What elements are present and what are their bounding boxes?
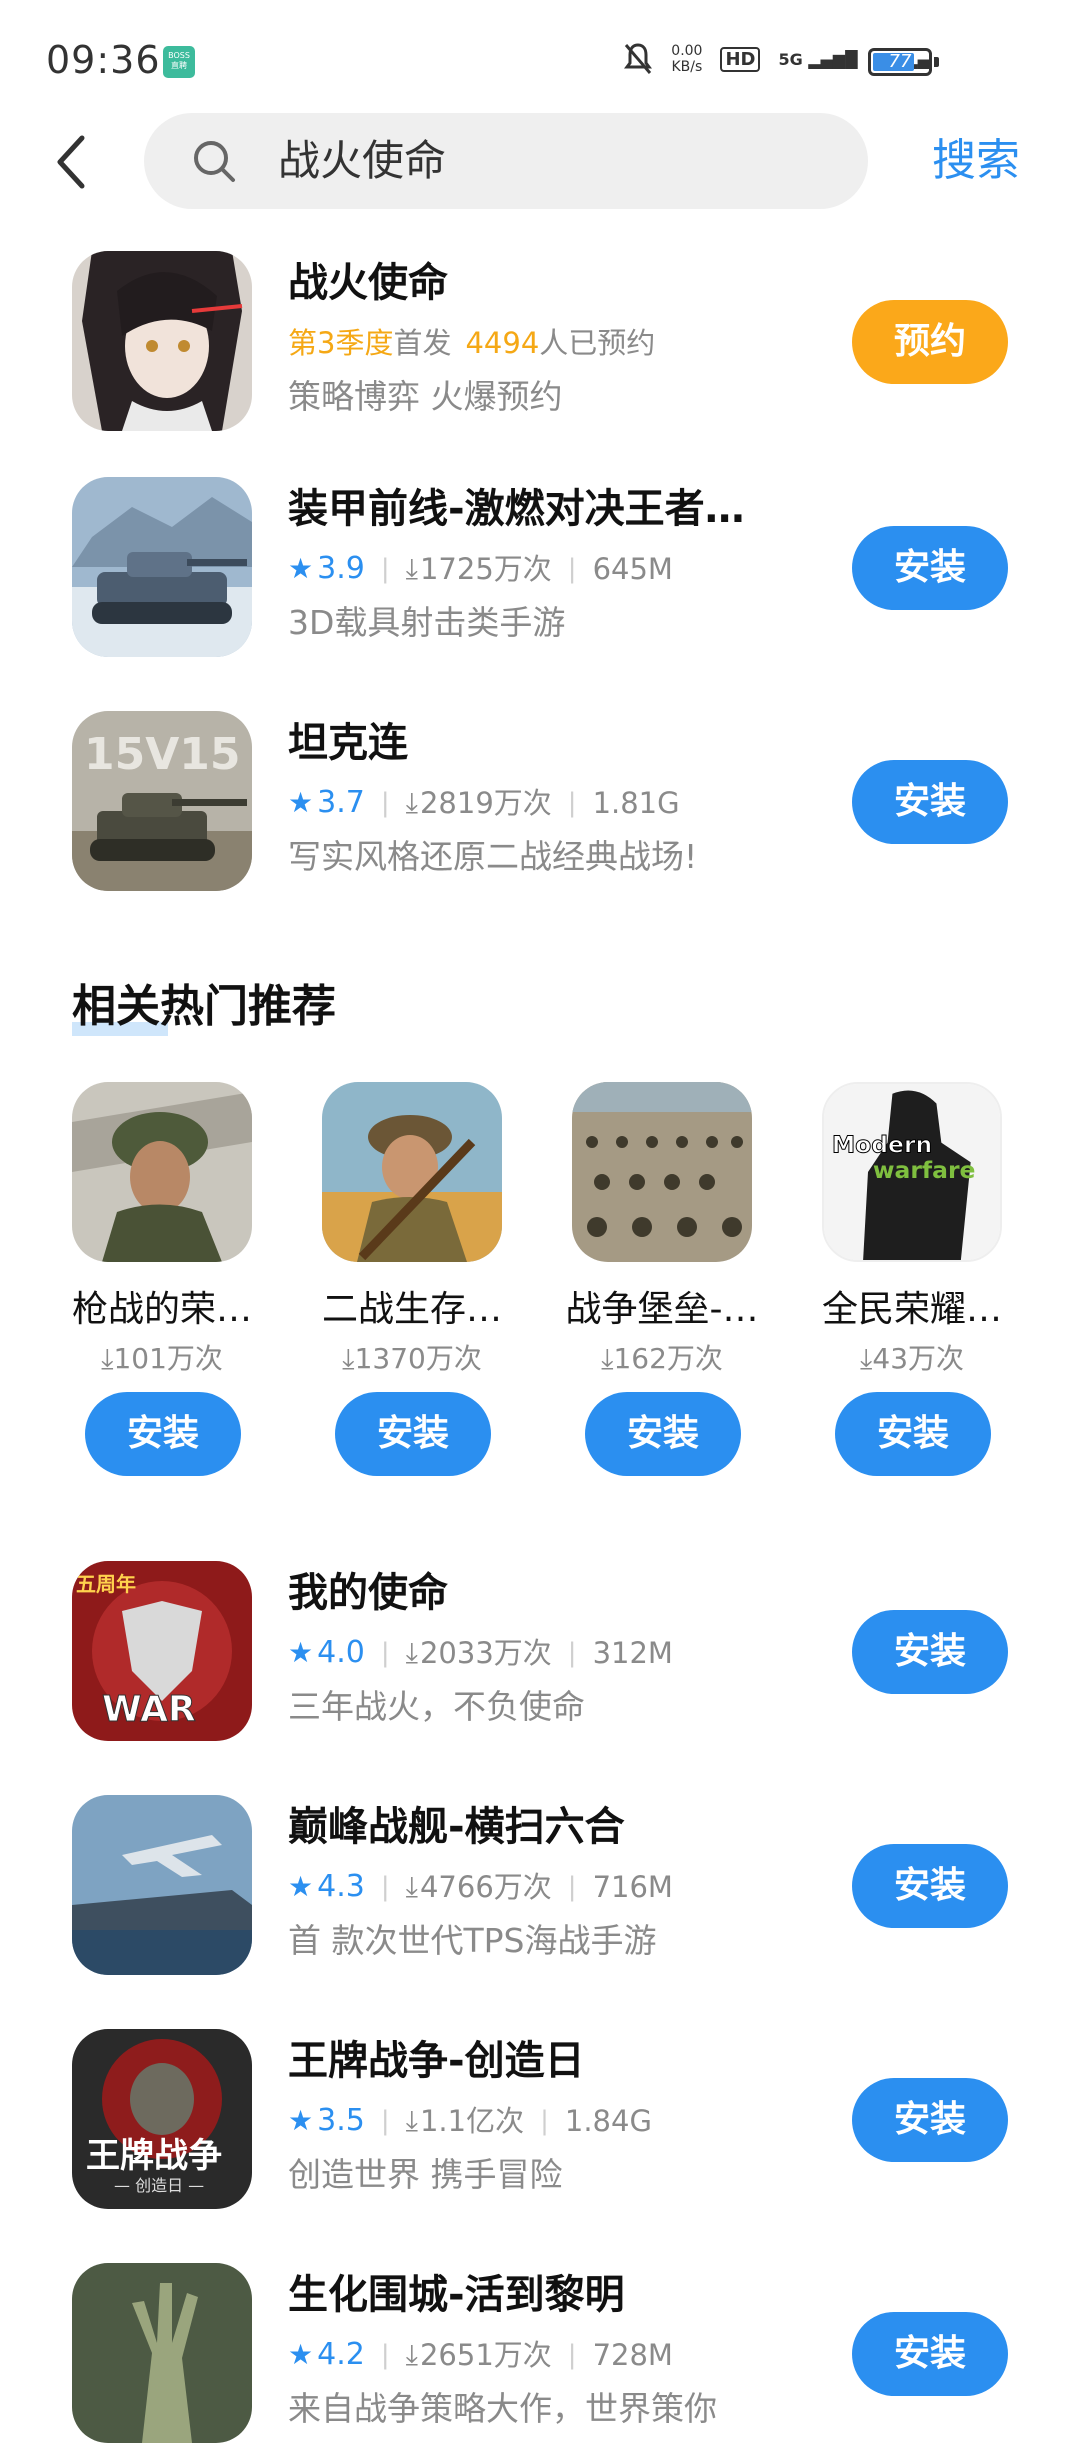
app-desc: 写实风格还原二战经典战场! xyxy=(288,837,698,876)
app-icon-erzhan xyxy=(322,1082,502,1262)
app-desc: 策略博弈 火爆预约 xyxy=(288,377,563,416)
app-title: 王牌战争-创造日 xyxy=(288,2038,585,2084)
list-item[interactable]: 巅峰战舰-横扫六合 ★ 4.3 | ⤓ 4766万次 | 716M 首 款次世代… xyxy=(0,1795,1080,1975)
download-icon: ⤓ xyxy=(405,786,418,819)
app-icon-qiangzhan xyxy=(72,1082,252,1262)
list-item[interactable]: 王牌战争 — 创造日 — 王牌战争-创造日 ★ 3.5 | ⤓ 1.1亿次 | … xyxy=(0,2029,1080,2209)
app-meta: ★ 4.0 | ⤓ 2033万次 | 312M xyxy=(288,1633,673,1673)
app-title: 巅峰战舰-横扫六合 xyxy=(288,1804,625,1850)
app-title: 战火使命 xyxy=(288,260,448,306)
app-desc: 首 款次世代TPS海战手游 xyxy=(288,1921,657,1960)
recommend-downloads: ⤓101万次 xyxy=(101,1342,223,1375)
app-icon-tankelian: 15V15 xyxy=(72,711,252,891)
app-icon-wangpai-zhanzheng: 王牌战争 — 创造日 — xyxy=(72,2029,252,2209)
app-icon-dianfeng-zhanjian xyxy=(72,1795,252,1975)
svg-text:五周年: 五周年 xyxy=(76,1572,136,1596)
mute-bell-icon xyxy=(624,43,653,74)
download-icon: ⤓ xyxy=(405,1870,418,1903)
app-title: 我的使命 xyxy=(288,1570,448,1616)
download-icon: ⤓ xyxy=(601,1342,614,1375)
star-icon: ★ xyxy=(288,1870,314,1903)
install-button[interactable]: 安装 xyxy=(852,526,1008,610)
app-icon-modern-warfare: Modern warfare xyxy=(822,1082,1002,1262)
app-meta: ★ 4.3 | ⤓ 4766万次 | 716M xyxy=(288,1867,673,1907)
recommend-name: 全民荣耀… xyxy=(821,1289,1002,1330)
app-desc: 三年战火，不负使命 xyxy=(288,1687,585,1726)
app-meta: ★ 4.2 | ⤓ 2651万次 | 728M xyxy=(288,2335,673,2375)
list-item[interactable]: 装甲前线-激燃对决王者… ★ 3.9 | ⤓ 1725万次 | 645M 3D载… xyxy=(0,477,1080,657)
recommend-name: 战争堡垒-… xyxy=(565,1289,759,1330)
download-icon: ⤓ xyxy=(405,552,418,585)
app-icon-shenghua-weicheng xyxy=(72,2263,252,2443)
download-icon: ⤓ xyxy=(405,1636,418,1669)
list-item[interactable]: 战火使命 第3季度 首发 4494 人已预约 策略博弈 火爆预约 预约 xyxy=(0,251,1080,431)
app-desc: 3D载具射击类手游 xyxy=(288,603,566,642)
app-title: 坦克连 xyxy=(288,720,408,766)
install-button[interactable]: 安装 xyxy=(852,1610,1008,1694)
download-icon: ⤓ xyxy=(405,2338,418,2371)
battery-icon: 77 xyxy=(868,48,939,76)
recommend-downloads: ⤓162万次 xyxy=(601,1342,723,1375)
install-button[interactable]: 安装 xyxy=(852,760,1008,844)
install-button[interactable]: 安装 xyxy=(852,2078,1008,2162)
status-bar: 09:36 BOSS 直聘 0.00 KB/s HD 5G ▂▄▆█ 3G ▂▄… xyxy=(0,0,1080,120)
download-icon: ⤓ xyxy=(859,1342,873,1375)
star-icon: ★ xyxy=(288,786,314,819)
recommend-name: 枪战的荣… xyxy=(71,1289,252,1330)
search-icon xyxy=(194,141,235,182)
recommend-name: 二战生存… xyxy=(321,1289,502,1330)
svg-text:WAR: WAR xyxy=(102,1689,196,1730)
net-speed: 0.00 KB/s xyxy=(671,43,703,75)
svg-text:Modern: Modern xyxy=(832,1130,932,1158)
svg-text:warfare: warfare xyxy=(873,1156,976,1184)
app-title: 装甲前线-激燃对决王者… xyxy=(288,486,745,532)
hd-icon: HD xyxy=(720,46,761,72)
svg-text:王牌战争: 王牌战争 xyxy=(86,2136,222,2176)
section-title: 相关热门推荐 xyxy=(72,981,336,1032)
install-button[interactable]: 安装 xyxy=(585,1392,741,1476)
install-button[interactable]: 安装 xyxy=(335,1392,491,1476)
svg-text:— 创造日 —: — 创造日 — xyxy=(114,2176,204,2195)
search-input[interactable]: 战火使命 xyxy=(144,113,868,209)
star-icon: ★ xyxy=(288,552,314,585)
install-button[interactable]: 安装 xyxy=(85,1392,241,1476)
app-meta: ★ 3.7 | ⤓ 2819万次 | 1.81G xyxy=(288,783,680,823)
app-icon-zhuangjia xyxy=(72,477,252,657)
star-icon: ★ xyxy=(288,2338,314,2371)
star-icon: ★ xyxy=(288,1636,314,1669)
download-icon: ⤓ xyxy=(101,1342,114,1375)
app-title: 生化围城-活到黎明 xyxy=(288,2272,625,2318)
boss-app-icon: BOSS 直聘 xyxy=(163,46,195,78)
app-desc: 创造世界 携手冒险 xyxy=(288,2155,563,2194)
star-icon: ★ xyxy=(288,2104,314,2137)
app-icon-zhanhuo xyxy=(72,251,252,431)
search-query: 战火使命 xyxy=(278,136,447,185)
recommend-downloads: ⤓43万次 xyxy=(859,1342,965,1375)
app-meta: ★ 3.5 | ⤓ 1.1亿次 | 1.84G xyxy=(288,2101,652,2141)
app-icon-wode-shiming: 五周年 WAR xyxy=(72,1561,252,1741)
download-icon: ⤓ xyxy=(405,2104,418,2137)
recommend-downloads: ⤓1370万次 xyxy=(342,1342,482,1375)
app-meta: 第3季度 首发 4494 人已预约 xyxy=(288,326,656,360)
app-desc: 来自战争策略大作，世界策你 xyxy=(288,2389,717,2428)
search-button[interactable]: 搜索 xyxy=(932,132,1020,190)
install-button[interactable]: 安装 xyxy=(852,2312,1008,2396)
status-time: 09:36 xyxy=(46,38,161,82)
signal-5g-icon: 5G ▂▄▆█ xyxy=(778,49,858,69)
install-button[interactable]: 安装 xyxy=(835,1392,991,1476)
svg-text:15V15: 15V15 xyxy=(84,729,241,780)
reserve-button[interactable]: 预约 xyxy=(852,300,1008,384)
list-item[interactable]: 五周年 WAR 我的使命 ★ 4.0 | ⤓ 2033万次 | 312M 三年战… xyxy=(0,1561,1080,1741)
download-icon: ⤓ xyxy=(342,1342,355,1375)
list-item[interactable]: 生化围城-活到黎明 ★ 4.2 | ⤓ 2651万次 | 728M 来自战争策略… xyxy=(0,2263,1080,2443)
list-item[interactable]: 15V15 坦克连 ★ 3.7 | ⤓ 2819万次 | 1.81G 写实风格还… xyxy=(0,711,1080,891)
install-button[interactable]: 安装 xyxy=(852,1844,1008,1928)
back-arrow-icon[interactable] xyxy=(52,134,92,190)
app-meta: ★ 3.9 | ⤓ 1725万次 | 645M xyxy=(288,549,673,589)
app-icon-zhanzheng-baolei xyxy=(572,1082,752,1262)
